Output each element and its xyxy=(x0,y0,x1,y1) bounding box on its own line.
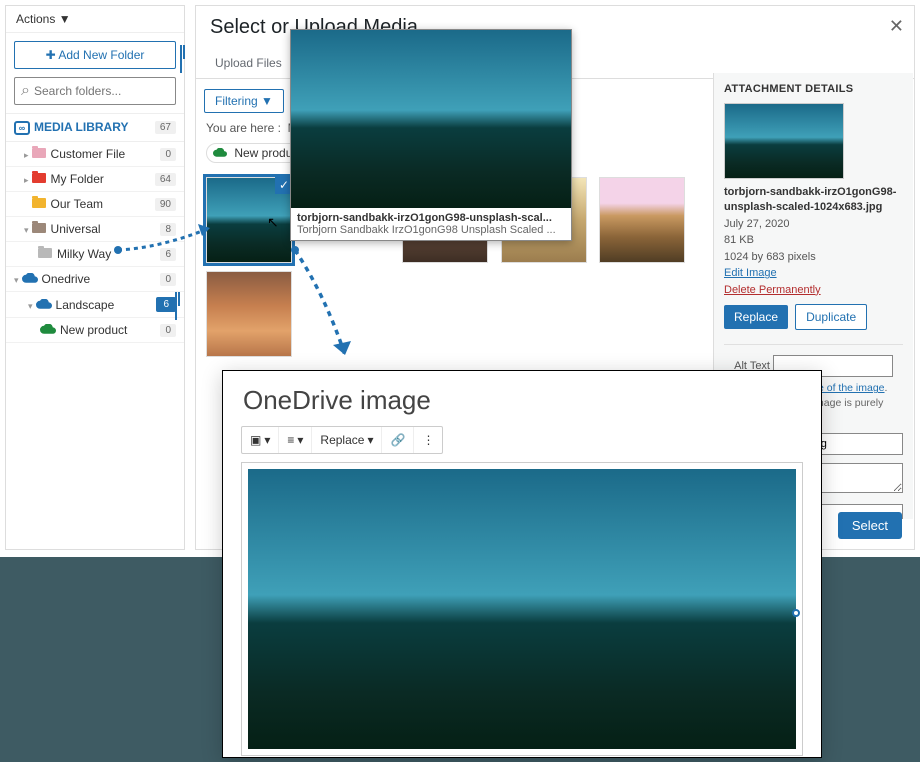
library-icon: ∞ xyxy=(14,121,30,135)
media-thumbnail[interactable] xyxy=(206,271,292,357)
delete-link[interactable]: Delete Permanently xyxy=(724,284,821,296)
cloud-icon xyxy=(22,273,38,283)
more-button[interactable]: ⋮ xyxy=(414,427,442,453)
preview-filename: torbjorn-sandbakk-irzO1gonG98-unsplash-s… xyxy=(297,212,565,224)
preview-image xyxy=(291,30,571,208)
block-toolbar: ▣ ▾ ≡ ▾ Replace ▾ 🔗 ⋮ xyxy=(241,426,443,454)
details-filename: torbjorn-sandbakk-irzO1gonG98-unsplash-s… xyxy=(724,185,903,216)
hover-preview-tooltip: torbjorn-sandbakk-irzO1gonG98-unsplash-s… xyxy=(290,29,572,241)
sidebar-resize-handle[interactable] xyxy=(175,292,183,310)
more-icon: ⋮ xyxy=(422,433,434,447)
folder-landscape[interactable]: ▾Landscape6 xyxy=(6,292,184,318)
folder-search[interactable]: ⌕ xyxy=(14,77,176,105)
replace-button[interactable]: Replace xyxy=(724,305,788,329)
folder-chip[interactable]: New produ xyxy=(206,143,303,163)
duplicate-button[interactable]: Duplicate xyxy=(795,304,867,330)
details-size: 81 KB xyxy=(724,232,903,249)
folder-my-folder[interactable]: ▸My Folder64 xyxy=(6,167,184,192)
media-thumbnail[interactable] xyxy=(599,177,685,263)
block-editor-window: OneDrive image ▣ ▾ ≡ ▾ Replace ▾ 🔗 ⋮ xyxy=(222,370,822,758)
replace-dropdown[interactable]: Replace ▾ xyxy=(312,427,382,453)
folder-sidebar: Actions ▼ ✚ Add New Folder ⌕ ∞MEDIA LIBR… xyxy=(5,5,185,550)
details-date: July 27, 2020 xyxy=(724,216,903,233)
link-button[interactable]: 🔗 xyxy=(382,427,414,453)
image-icon: ▣ xyxy=(250,433,261,447)
folder-new-product[interactable]: New product0 xyxy=(6,318,184,343)
close-button[interactable]: ✕ xyxy=(889,16,904,37)
align-icon: ≡ xyxy=(287,433,294,447)
tab-upload-files[interactable]: Upload Files xyxy=(204,47,293,78)
cloud-icon xyxy=(40,324,56,334)
media-library-root[interactable]: ∞MEDIA LIBRARY 67 xyxy=(6,113,184,142)
editor-page-title[interactable]: OneDrive image xyxy=(223,371,821,426)
folder-milky-way[interactable]: Milky Way6 xyxy=(6,242,184,267)
details-thumbnail xyxy=(724,103,844,179)
inserted-image[interactable] xyxy=(248,469,796,749)
add-folder-button[interactable]: ✚ Add New Folder xyxy=(14,41,176,69)
resize-handle[interactable] xyxy=(792,609,800,617)
sidebar-resize-handle[interactable] xyxy=(180,45,188,63)
image-block[interactable] xyxy=(241,462,803,756)
edit-image-link[interactable]: Edit Image xyxy=(724,267,777,279)
cloud-icon xyxy=(213,148,227,157)
filter-button[interactable]: Filtering ▼ xyxy=(204,89,284,113)
library-count: 67 xyxy=(155,121,176,134)
details-heading: ATTACHMENT DETAILS xyxy=(724,83,903,95)
folder-onedrive[interactable]: ▾Onedrive0 xyxy=(6,267,184,292)
image-align-button[interactable]: ▣ ▾ xyxy=(242,427,279,453)
folder-customer-file[interactable]: ▸Customer File0 xyxy=(6,142,184,167)
preview-caption: Torbjorn Sandbakk IrzO1gonG98 Unsplash S… xyxy=(297,224,565,236)
folder-search-input[interactable] xyxy=(34,84,169,98)
select-button[interactable]: Select xyxy=(838,512,902,539)
folder-universal[interactable]: ▾Universal8 xyxy=(6,217,184,242)
actions-dropdown[interactable]: Actions ▼ xyxy=(6,6,184,33)
search-icon: ⌕ xyxy=(21,82,30,100)
link-icon: 🔗 xyxy=(390,433,405,447)
align-button[interactable]: ≡ ▾ xyxy=(279,427,312,453)
details-dimensions: 1024 by 683 pixels xyxy=(724,249,903,266)
folder-our-team[interactable]: ▸Our Team90 xyxy=(6,192,184,217)
media-thumbnail[interactable]: ✓ xyxy=(206,177,292,263)
cloud-icon xyxy=(36,299,52,309)
